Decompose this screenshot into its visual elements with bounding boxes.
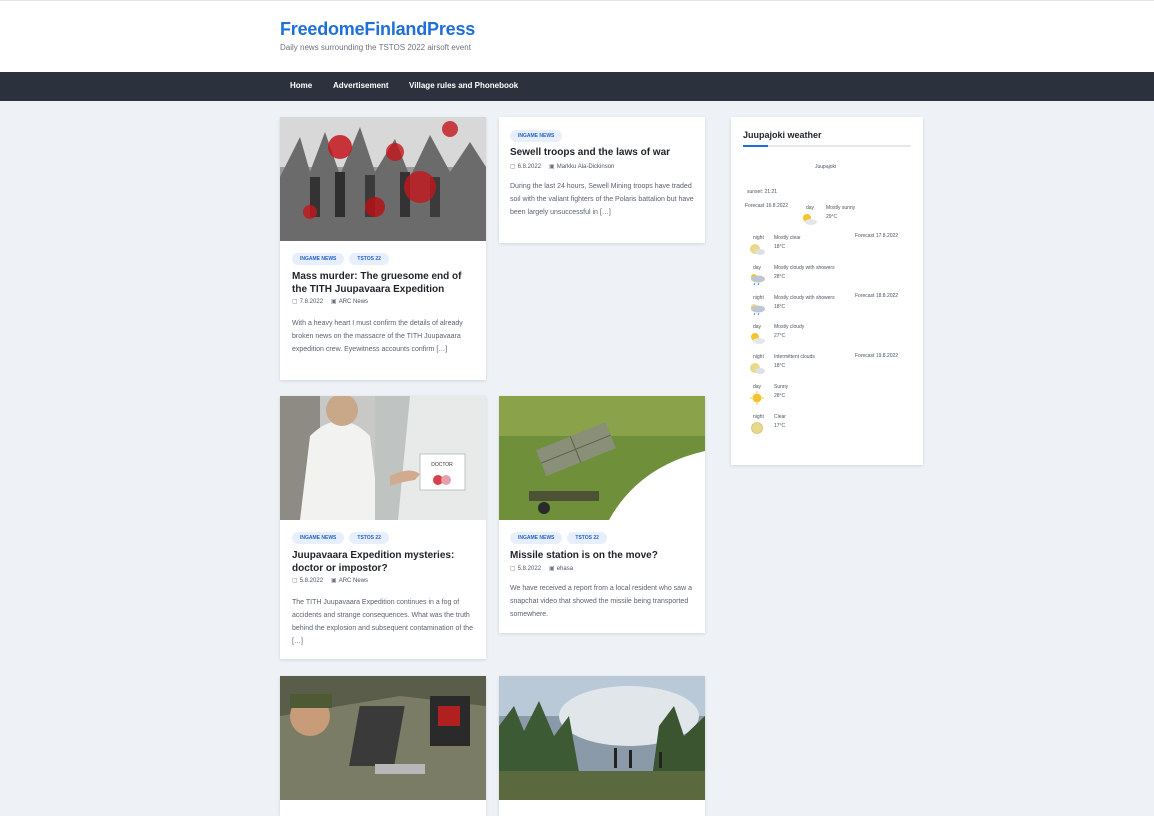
- widget-title-underline: [743, 145, 911, 147]
- forecast-label: Forecast 18.8.2022: [855, 293, 899, 299]
- user-icon: ▣: [331, 299, 337, 305]
- weather-temperature: 18°C: [774, 363, 786, 369]
- post-thumbnail-image[interactable]: [499, 676, 705, 800]
- site-header: FreedomeFinlandPress Daily news surround…: [0, 1, 1154, 72]
- post-thumbnail-image[interactable]: DOCTOR: [280, 396, 486, 520]
- post-date[interactable]: ▢ 7.8.2022: [292, 298, 323, 305]
- rain-cloud-icon: [751, 304, 765, 316]
- menu-item-village-rules[interactable]: Village rules and Phonebook: [409, 81, 518, 90]
- forecast-label: Forecast 16.8.2022: [745, 203, 789, 209]
- weather-sunset: sunset: 21:21: [747, 189, 778, 195]
- site-description: Daily news surrounding the TSTOS 2022 ai…: [280, 43, 471, 52]
- sun-cloud-icon: [751, 333, 765, 344]
- post-excerpt: We have received a report from a local r…: [510, 585, 692, 618]
- post-thumbnail-image[interactable]: [280, 676, 486, 800]
- post-thumbnail-image[interactable]: [280, 117, 486, 241]
- post-card-forest-smoke: [499, 676, 705, 816]
- weather-widget-title: Juupajoki weather: [743, 130, 822, 140]
- post-excerpt: With a heavy heart I must confirm the de…: [292, 320, 463, 353]
- weather-description: Mostly cloudy with showers: [774, 265, 835, 271]
- forecast-label: Forecast 17.8.2022: [855, 233, 899, 239]
- post-card-missile-station: INGAME NEWS TSTOS 22 Missile station is …: [499, 396, 705, 633]
- post-thumbnail-image[interactable]: [499, 396, 705, 520]
- weather-period: day: [753, 324, 762, 330]
- user-icon: ▣: [549, 164, 555, 170]
- tag-ingame-news[interactable]: INGAME NEWS: [292, 253, 345, 265]
- forecast-label: Forecast 19.8.2022: [855, 353, 899, 359]
- post-card-sewell-troops: INGAME NEWS Sewell troops and the laws o…: [499, 117, 705, 243]
- post-excerpt: The TITH Juupavaara Expedition continues…: [292, 599, 473, 645]
- weather-widget: Juupajoki weather Juupajoki sunset: 21:2…: [731, 117, 923, 465]
- tag-ingame-news[interactable]: INGAME NEWS: [510, 130, 563, 142]
- post-title[interactable]: Sewell troops and the laws of war: [510, 146, 696, 159]
- post-card-doctor-impostor: DOCTOR INGAME NEWS TSTOS 22 Juupavaara E…: [280, 396, 486, 659]
- weather-description: Intermittent clouds: [774, 354, 815, 360]
- moon-cloud-icon: [750, 244, 765, 255]
- calendar-icon: ▢: [292, 299, 298, 305]
- user-icon: ▣: [549, 566, 555, 572]
- moon-cloud-icon: [750, 363, 765, 374]
- weather-description: Sunny: [774, 384, 789, 390]
- weather-period: night: [753, 295, 764, 301]
- post-date[interactable]: ▢ 5.8.2022: [510, 565, 541, 572]
- post-card-laptop: [280, 676, 486, 816]
- calendar-icon: ▢: [292, 578, 298, 584]
- tag-tstos-22[interactable]: TSTOS 22: [349, 532, 389, 544]
- weather-description: Mostly cloudy: [774, 324, 805, 330]
- weather-period: day: [806, 205, 815, 211]
- sun-cloud-icon: [803, 214, 817, 225]
- tag-tstos-22[interactable]: TSTOS 22: [567, 532, 607, 544]
- weather-period: night: [753, 235, 764, 241]
- post-author[interactable]: ▣ ARC News: [331, 577, 368, 584]
- weather-temperature: 17°C: [774, 423, 786, 429]
- weather-description: Mostly clear: [774, 235, 801, 241]
- doctor-sign-text: DOCTOR: [431, 462, 453, 468]
- site-title[interactable]: FreedomeFinlandPress: [280, 19, 475, 40]
- menu-item-advertisement[interactable]: Advertisement: [333, 81, 389, 90]
- post-date[interactable]: ▢ 6.8.2022: [510, 163, 541, 170]
- tag-tstos-22[interactable]: TSTOS 22: [349, 253, 389, 265]
- post-date[interactable]: ▢ 5.8.2022: [292, 577, 323, 584]
- post-title[interactable]: Juupavaara Expedition mysteries: doctor …: [292, 549, 478, 575]
- weather-description: Mostly cloudy with showers: [774, 295, 835, 301]
- menu-item-home[interactable]: Home: [290, 81, 312, 90]
- weather-temperature: 28°C: [774, 274, 786, 280]
- weather-description: Mostly sunny: [826, 205, 856, 211]
- widget-title-accent: [743, 145, 768, 147]
- main-menu: Home Advertisement Village rules and Pho…: [0, 72, 1154, 101]
- post-author[interactable]: ▣ ARC News: [331, 298, 368, 305]
- post-card-mass-murder: INGAME NEWS TSTOS 22 Mass murder: The gr…: [280, 117, 486, 380]
- weather-period: night: [753, 354, 764, 360]
- post-author[interactable]: ▣ ehasa: [549, 565, 573, 572]
- weather-period: night: [753, 414, 764, 420]
- calendar-icon: ▢: [510, 566, 516, 572]
- post-author[interactable]: ▣ Markku Ala-Dickinson: [549, 163, 614, 170]
- post-title[interactable]: Missile station is on the move?: [510, 549, 696, 562]
- rain-cloud-icon: [751, 274, 765, 286]
- user-icon: ▣: [331, 578, 337, 584]
- tag-ingame-news[interactable]: INGAME NEWS: [510, 532, 563, 544]
- weather-temperature: 29°C: [826, 214, 838, 220]
- weather-location: Juupajoki: [815, 164, 837, 170]
- weather-description: Clear: [774, 414, 786, 420]
- weather-temperature: 18°C: [774, 244, 786, 250]
- tag-ingame-news[interactable]: INGAME NEWS: [292, 532, 345, 544]
- sun-icon: [750, 391, 764, 405]
- weather-temperature: 18°C: [774, 304, 786, 310]
- moon-icon: [751, 422, 763, 434]
- weather-temperature: 27°C: [774, 333, 786, 339]
- calendar-icon: ▢: [510, 164, 516, 170]
- weather-period: day: [753, 265, 762, 271]
- post-excerpt: During the last 24 hours, Sewell Mining …: [510, 183, 694, 216]
- post-title[interactable]: Mass murder: The gruesome end of the TIT…: [292, 270, 478, 296]
- weather-period: day: [753, 384, 762, 390]
- weather-temperature: 28°C: [774, 393, 786, 399]
